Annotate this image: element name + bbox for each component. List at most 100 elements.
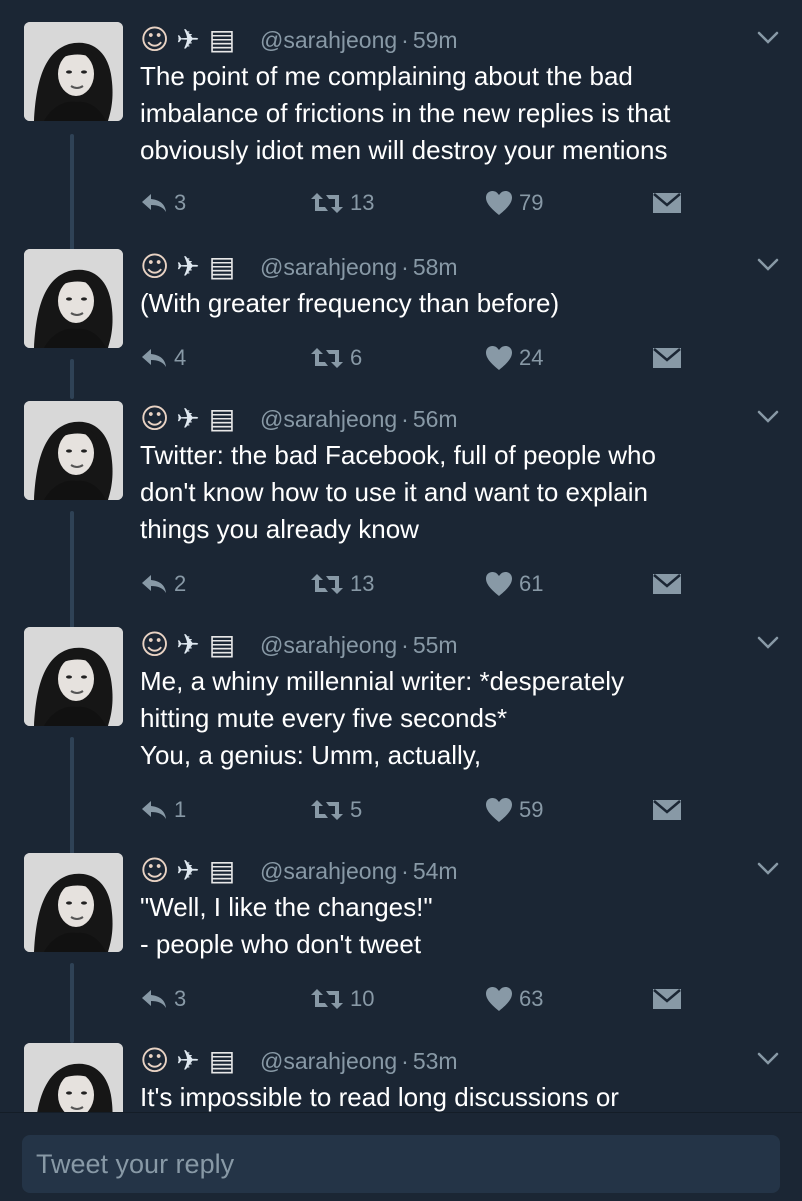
tweet-text: It's impossible to read long discussions… [140,1079,780,1112]
tweet[interactable]: ☺ ✈ ▤ @sarahjeong · 58m (With greater fr… [0,249,802,399]
like-count: 61 [519,571,544,596]
user-handle[interactable]: @sarahjeong [260,254,397,281]
tweet[interactable]: ☺ ✈ ▤ @sarahjeong · 59m The point of me … [0,22,802,256]
timestamp[interactable]: 53m [413,1048,458,1075]
avatar[interactable] [24,401,123,500]
tweet[interactable]: ☺ ✈ ▤ @sarahjeong · 54m "Well, I like th… [0,853,802,1043]
retweet-button[interactable]: 6 [310,343,362,373]
reply-count: 1 [174,797,187,822]
tweet-text-line: (With greater frequency than before) [140,288,560,318]
tweet-text-line: You, a genius: Umm, actually, [140,740,482,770]
user-handle[interactable]: @sarahjeong [260,632,397,659]
tweet-text-line: Twitter: the bad Facebook, full of peopl… [140,440,656,470]
tweet-text: The point of me complaining about the ba… [140,58,780,169]
avatar[interactable] [24,627,123,726]
tweet-actions: 3 10 63 [140,984,700,1014]
tweet-text: "Well, I like the changes!" - people who… [140,889,780,963]
document-icon: ▤ [208,854,236,887]
separator-dot: · [401,1047,409,1074]
woman-technologist-icon: ☺ [140,23,170,56]
timestamp[interactable]: 56m [413,406,458,433]
tweet[interactable]: ☺ ✈ ▤ @sarahjeong · 56m Twitter: the bad… [0,401,802,629]
tweet-text-line: Me, a whiny millennial writer: *desperat… [140,666,625,696]
tweet-header: ☺ ✈ ▤ @sarahjeong · 53m [140,1043,458,1079]
user-handle[interactable]: @sarahjeong [260,406,397,433]
timestamp[interactable]: 58m [413,254,458,281]
timestamp[interactable]: 59m [413,27,458,54]
direct-message-button[interactable] [652,795,688,825]
woman-technologist-icon: ☺ [140,402,170,435]
direct-message-button[interactable] [652,188,688,218]
user-handle[interactable]: @sarahjeong [260,27,397,54]
separator-dot: · [401,253,409,280]
avatar[interactable] [24,249,123,348]
retweet-count: 10 [350,986,375,1011]
timestamp[interactable]: 55m [413,632,458,659]
reply-button[interactable]: 4 [140,343,186,373]
airplane-icon: ✈ [176,854,200,887]
tweet-reply-input[interactable] [22,1135,780,1193]
like-count: 24 [519,345,544,370]
tweet-header: ☺ ✈ ▤ @sarahjeong · 55m [140,627,458,663]
thread-line [70,359,74,399]
separator-dot: · [401,631,409,658]
reply-button[interactable]: 3 [140,188,186,218]
reply-button[interactable]: 1 [140,795,186,825]
avatar[interactable] [24,1043,123,1112]
airplane-icon: ✈ [176,23,200,56]
envelope-icon [653,574,681,594]
avatar[interactable] [24,853,123,952]
reply-bar [0,1112,802,1201]
like-count: 79 [519,190,544,215]
reply-count: 4 [174,345,187,370]
retweet-count: 13 [350,571,375,596]
retweet-icon [311,574,343,594]
airplane-icon: ✈ [176,250,200,283]
woman-technologist-icon: ☺ [140,854,170,887]
woman-technologist-icon: ☺ [140,250,170,283]
tweet-text: (With greater frequency than before) [140,285,780,322]
like-button[interactable]: 79 [485,188,543,218]
retweet-button[interactable]: 13 [310,188,374,218]
thread-line [70,737,74,857]
chevron-down-icon[interactable] [756,257,780,273]
chevron-down-icon[interactable] [756,30,780,46]
heart-icon [486,987,512,1011]
thread-line [70,511,74,629]
retweet-button[interactable]: 13 [310,569,374,599]
tweet-actions: 4 6 24 [140,343,700,373]
retweet-icon [311,348,343,368]
timestamp[interactable]: 54m [413,858,458,885]
tweet[interactable]: ☺ ✈ ▤ @sarahjeong · 53m It's impossible … [0,1043,802,1112]
chevron-down-icon[interactable] [756,635,780,651]
retweet-count: 13 [350,190,375,215]
tweet[interactable]: ☺ ✈ ▤ @sarahjeong · 55m Me, a whiny mill… [0,627,802,857]
direct-message-button[interactable] [652,569,688,599]
like-button[interactable]: 59 [485,795,543,825]
like-button[interactable]: 24 [485,343,543,373]
woman-technologist-icon: ☺ [140,628,170,661]
chevron-down-icon[interactable] [756,1051,780,1067]
avatar[interactable] [24,22,123,121]
reply-count: 3 [174,986,187,1011]
reply-button[interactable]: 3 [140,984,186,1014]
envelope-icon [653,193,681,213]
reply-button[interactable]: 2 [140,569,186,599]
direct-message-button[interactable] [652,343,688,373]
user-handle[interactable]: @sarahjeong [260,858,397,885]
retweet-button[interactable]: 10 [310,984,374,1014]
like-button[interactable]: 61 [485,569,543,599]
airplane-icon: ✈ [176,628,200,661]
like-button[interactable]: 63 [485,984,543,1014]
tweet-header: ☺ ✈ ▤ @sarahjeong · 58m [140,249,458,285]
tweet-text-line: obviously idiot men will destroy your me… [140,135,668,165]
user-handle[interactable]: @sarahjeong [260,1048,397,1075]
direct-message-button[interactable] [652,984,688,1014]
chevron-down-icon[interactable] [756,409,780,425]
tweet-text-line: The point of me complaining about the ba… [140,61,633,91]
tweet-text-line: - people who don't tweet [140,929,422,959]
retweet-button[interactable]: 5 [310,795,362,825]
chevron-down-icon[interactable] [756,861,780,877]
tweet-actions: 3 13 79 [140,188,700,218]
timeline: ☺ ✈ ▤ @sarahjeong · 59m The point of me … [0,0,802,1112]
